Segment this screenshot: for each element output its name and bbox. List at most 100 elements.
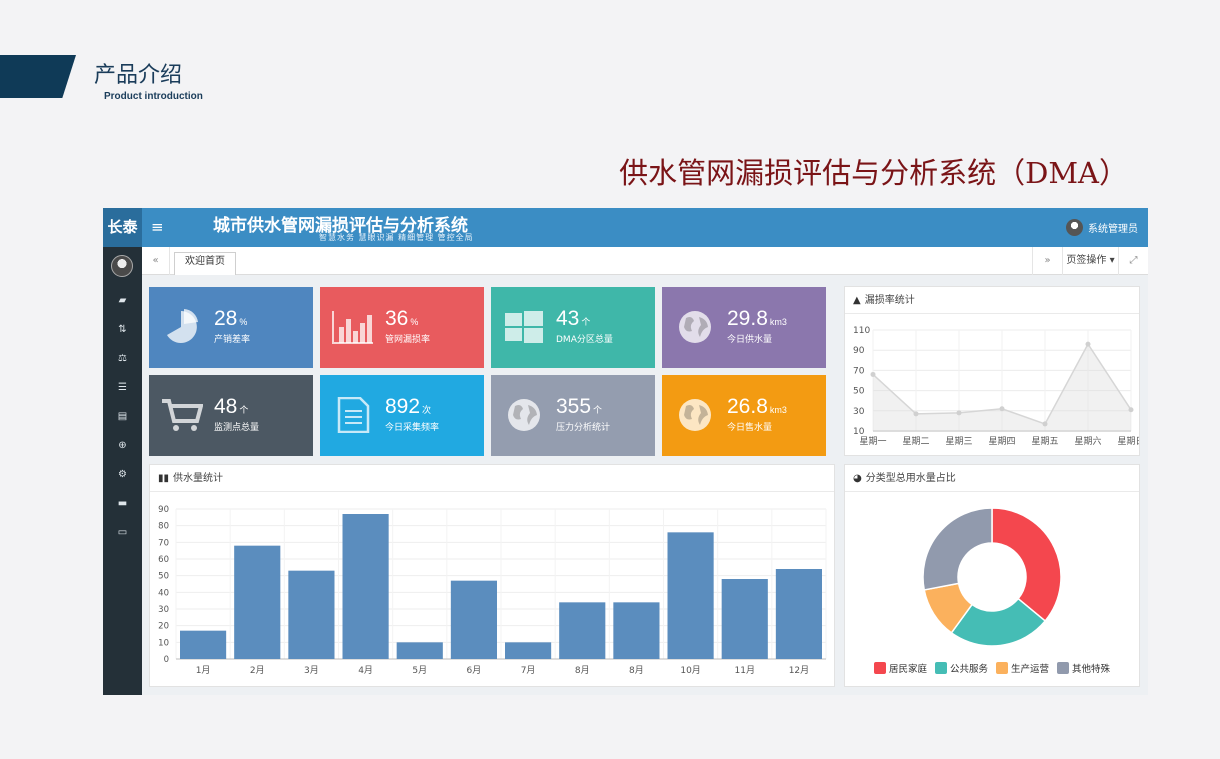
file-icon [337,397,370,433]
tab-bar: « 欢迎首页 » 页签操作 ▾ ⤢ [142,247,1148,275]
stat-unit: km3 [769,317,787,327]
tab-home[interactable]: 欢迎首页 [174,252,236,275]
layers-icon[interactable]: ▬ [103,498,142,509]
stat-number: 43 [556,307,580,330]
legend-label: 公共服务 [949,664,988,675]
legend-item[interactable]: 其他特殊 [1057,661,1110,675]
data-point[interactable] [1128,407,1134,413]
y-tick-label: 20 [158,622,169,632]
windows-icon [505,311,543,343]
bar[interactable] [342,514,389,659]
x-tick-label: 7月 [521,665,536,676]
data-point[interactable] [870,371,876,377]
legend-item[interactable]: 居民家庭 [873,661,927,675]
y-tick-label: 90 [158,505,169,515]
sidebar-avatar [111,255,133,277]
gears-icon[interactable]: ⚙ [103,469,142,480]
y-tick-label: 10 [853,427,865,437]
user-avatar-icon [1066,219,1083,236]
bar[interactable] [667,532,714,659]
stat-unit: % [239,317,248,327]
stat-card[interactable]: 36% 管网漏损率 [320,287,484,368]
section-subtitle: Product introduction [104,91,203,102]
tab-prev-icon[interactable]: « [142,247,170,275]
x-tick-label: 星期日 [1117,436,1139,447]
legend-item[interactable]: 公共服务 [934,661,988,675]
x-tick-label: 1月 [196,665,211,676]
bar[interactable] [505,642,552,659]
data-point[interactable] [1042,421,1048,427]
globe-icon [508,399,540,431]
stat-unit: 个 [593,405,603,415]
stat-card[interactable]: 28% 产销差率 [149,287,313,368]
user-menu[interactable]: 系统管理员 [1066,219,1138,236]
x-tick-label: 2月 [250,665,265,676]
stat-label: 今日供水量 [727,335,773,345]
book-icon[interactable]: ▰ [103,295,142,306]
bar[interactable] [180,630,227,659]
bar-icon [332,311,373,344]
stat-card[interactable]: 43 个 DMA分区总量 [491,287,655,368]
bar[interactable] [721,579,768,659]
supply-panel: ▮▮ 供水量统计 0 10 20 30 40 50 60 70 80 90 1月 2月 3月 4月 5月 6月 7… [149,464,835,687]
bar[interactable] [450,580,497,659]
menu-toggle-icon[interactable]: ≡ [151,218,164,236]
monitor-icon[interactable]: ▭ [103,527,142,538]
y-tick-label: 50 [158,572,169,582]
fullscreen-icon[interactable]: ⤢ [1118,247,1148,275]
stat-card[interactable]: 48 个监测点总量 [149,375,313,456]
y-tick-label: 110 [853,326,870,336]
sort-icon[interactable]: ⇅ [103,324,142,335]
bar[interactable] [613,602,660,659]
stat-label: 产销差率 [214,335,251,345]
bar[interactable] [288,570,335,659]
stat-card[interactable]: 355 个压力分析统计 [491,375,655,456]
stat-unit: 个 [581,317,591,327]
legend-swatch [996,662,1008,674]
y-tick-label: 70 [158,538,169,548]
data-point[interactable] [913,411,919,417]
bar[interactable] [396,642,443,659]
slide: 产品介绍 Product introduction 供水管网漏损评估与分析系统（… [0,0,1220,759]
leak-rate-chart: 10 30 50 70 90 110 星期一 星期二 星期三 星期四 星期五 星期六 星期日 [853,326,1145,447]
bar[interactable] [559,602,606,659]
y-tick-label: 90 [853,346,865,356]
stat-label: DMA分区总量 [556,335,613,345]
x-tick-label: 12月 [789,665,809,676]
leak-rate-header: ▲ 漏损率统计 [845,287,1139,314]
stat-card[interactable]: 26.8 km3 今日售水量 [662,375,826,456]
section-title: 产品介绍 [94,63,183,88]
legend-label: 生产运营 [1011,664,1050,675]
legend-item[interactable]: 生产运营 [996,661,1049,675]
donut-slice[interactable] [922,507,993,591]
document-icon[interactable]: ▤ [103,411,142,422]
data-point[interactable] [999,406,1005,412]
stat-card[interactable]: 29.8 km3 今日供水量 [662,287,826,368]
search-icon[interactable]: ⊕ [103,440,142,451]
data-point[interactable] [956,410,962,416]
bar[interactable] [775,569,822,659]
donut-slice[interactable] [991,507,1062,623]
app-logo: 长泰 [103,208,142,247]
user-name: 系统管理员 [1088,224,1138,235]
balance-icon[interactable]: ⚖ [103,353,142,364]
x-tick-label: 星期四 [988,436,1015,447]
app-screenshot: 长泰 ≡ 城市供水管网漏损评估与分析系统 智慧水务 慧眼识漏 精细管理 管控全局… [103,208,1148,695]
list-icon[interactable]: ☰ [103,382,142,393]
stat-number: 28 [214,307,238,330]
stat-label: 今日采集频率 [385,423,440,433]
tab-next-icon[interactable]: » [1032,247,1062,275]
stat-value: 892 次 [385,395,431,419]
decorative-banner [0,55,76,98]
bar[interactable] [234,545,281,659]
legend-swatch [873,662,886,674]
stat-card[interactable]: 892 次今日采集频率 [320,375,484,456]
usage-share-panel: ◕ 分类型总用水量占比 居民家庭 公共服务 生产运营 其他特殊 [844,464,1140,687]
y-tick-label: 40 [158,588,169,598]
tab-operations-label: 页签操作 [1066,255,1107,266]
data-point[interactable] [1085,341,1091,347]
stat-number: 36 [385,307,409,330]
y-tick-label: 30 [853,407,865,417]
y-tick-label: 80 [158,522,169,532]
tab-operations-dropdown[interactable]: 页签操作 ▾ [1062,247,1118,275]
